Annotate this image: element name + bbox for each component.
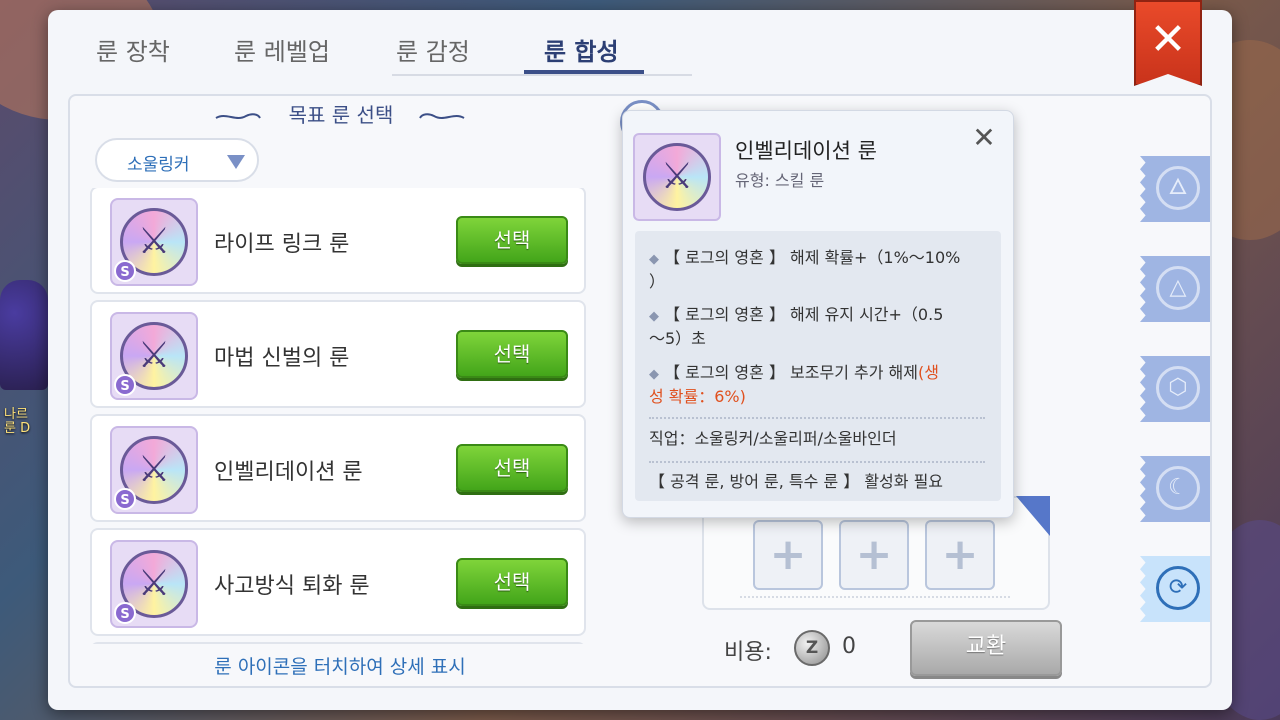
diamond-bullet-icon: ◆ (649, 367, 659, 382)
rune-grade-badge: S (114, 488, 136, 510)
detail-hint-text: 룬 아이콘을 터치하여 상세 표시 (214, 656, 466, 678)
side-tab-hexagon[interactable]: ⬡ (1140, 356, 1210, 422)
tab-divider (392, 74, 692, 76)
material-slot-3[interactable]: + (925, 520, 995, 590)
background-label: 나르 룬 D (4, 407, 31, 436)
job-filter-dropdown[interactable]: 소울링커 (95, 138, 259, 182)
rune-detail-popup: ⚔ 인벨리데이션 룬 유형: 스킬 룬 ✕ ◆ 【 로그의 영혼 】 해제 확률… (622, 110, 1014, 518)
rune-icon[interactable]: ⚔ S (110, 198, 198, 286)
close-window-button[interactable]: ✕ (1134, 0, 1202, 86)
select-rune-button[interactable]: 선택 (456, 216, 568, 264)
synthesis-icon: ⟳ (1156, 566, 1200, 610)
moon-emblem-icon: ☾ (1156, 466, 1200, 510)
side-tab-moon[interactable]: ☾ (1140, 456, 1210, 522)
rune-icon[interactable]: ⚔ S (110, 426, 198, 514)
hexagon-emblem-icon: ⬡ (1156, 366, 1200, 410)
rune-grade-badge: S (114, 374, 136, 396)
tab-rune-synthesis[interactable]: 룬 합성 (544, 32, 619, 74)
rune-list-item: ⚔ S 라이프 링크 룬 선택 (90, 188, 586, 294)
active-tab-indicator (524, 70, 644, 74)
exchange-button[interactable]: 교환 (910, 620, 1062, 676)
dotted-divider (649, 461, 985, 463)
tab-rune-appraise[interactable]: 룬 감정 (396, 32, 470, 74)
rune-grade-badge: S (114, 602, 136, 624)
tab-rune-equip[interactable]: 룬 장착 (96, 32, 170, 74)
material-slot-1[interactable]: + (753, 520, 823, 590)
side-tab-flame[interactable]: 🜂 (1140, 156, 1210, 222)
background-character (0, 280, 48, 390)
zeny-coin-icon: Z (794, 630, 830, 666)
job-filter-value: 소울링커 (127, 155, 190, 175)
rune-name: 인벨리데이션 룬 (214, 460, 363, 485)
plus-icon: + (855, 529, 893, 580)
triangle-emblem-icon: △ (1156, 266, 1200, 310)
rune-list-item (90, 642, 586, 644)
popup-rune-icon: ⚔ (633, 133, 721, 221)
cost-label: 비용: (724, 640, 772, 665)
rune-list-item: ⚔ S 마법 신벌의 룬 선택 (90, 300, 586, 408)
dotted-divider (649, 417, 985, 419)
popup-title: 인벨리데이션 룬 (735, 139, 877, 163)
effect-line: ◆ 【 로그의 영혼 】 보조무기 추가 해제(생 성 확률：6%) (649, 363, 939, 406)
popup-close-button[interactable]: ✕ (969, 123, 999, 153)
select-rune-button[interactable]: 선택 (456, 330, 568, 378)
select-rune-button[interactable]: 선택 (456, 444, 568, 492)
job-line: 직업：소울링커/소울리퍼/소울바인더 (649, 429, 897, 448)
activation-line: 【 공격 룬, 방어 룬, 특수 룬 】 활성화 필요 (649, 472, 944, 491)
side-tab-triangle[interactable]: △ (1140, 256, 1210, 322)
rune-grade-badge: S (114, 260, 136, 282)
side-tab-synthesis[interactable]: ⟳ (1140, 556, 1210, 622)
close-icon: ✕ (1149, 14, 1187, 65)
rune-glyph-icon: ⚔ (660, 156, 694, 197)
tab-rune-levelup[interactable]: 룬 레벨업 (234, 32, 330, 74)
cost-value: 0 (842, 634, 856, 659)
rune-list[interactable]: ⚔ S 라이프 링크 룬 선택 ⚔ S 마법 신벌의 룬 선택 ⚔ S 인벨리데… (90, 188, 586, 644)
rune-name: 마법 신벌의 룬 (214, 346, 350, 371)
effect-line: ◆ 【 로그의 영혼 】 해제 유지 시간+（0.5 ～5）초 (649, 305, 944, 348)
diamond-bullet-icon: ◆ (649, 309, 659, 324)
effect-line: ◆ 【 로그의 영혼 】 해제 확률+（1%～10% ） (649, 248, 961, 291)
slot-divider (740, 596, 1010, 598)
popup-description: ◆ 【 로그의 영혼 】 해제 확률+（1%～10% ） ◆ 【 로그의 영혼 … (635, 231, 1001, 501)
plus-icon: + (769, 529, 807, 580)
tab-bar: 룬 장착 룬 레벨업 룬 감정 룬 합성 (48, 24, 692, 76)
rune-icon[interactable]: ⚔ S (110, 540, 198, 628)
rune-list-item: ⚔ S 사고방식 퇴화 룬 선택 (90, 528, 586, 636)
rune-list-item: ⚔ S 인벨리데이션 룬 선택 (90, 414, 586, 522)
material-slot-2[interactable]: + (839, 520, 909, 590)
select-rune-button[interactable]: 선택 (456, 558, 568, 606)
plus-icon: + (941, 529, 979, 580)
flourish-right-icon (419, 113, 465, 119)
dropdown-triangle-icon (227, 155, 245, 169)
rune-name: 라이프 링크 룬 (214, 232, 350, 257)
rune-name: 사고방식 퇴화 룬 (214, 574, 370, 599)
flame-emblem-icon: 🜂 (1156, 166, 1200, 210)
rune-icon[interactable]: ⚔ S (110, 312, 198, 400)
popup-rune-type: 유형: 스킬 룬 (735, 171, 825, 190)
diamond-bullet-icon: ◆ (649, 252, 659, 267)
